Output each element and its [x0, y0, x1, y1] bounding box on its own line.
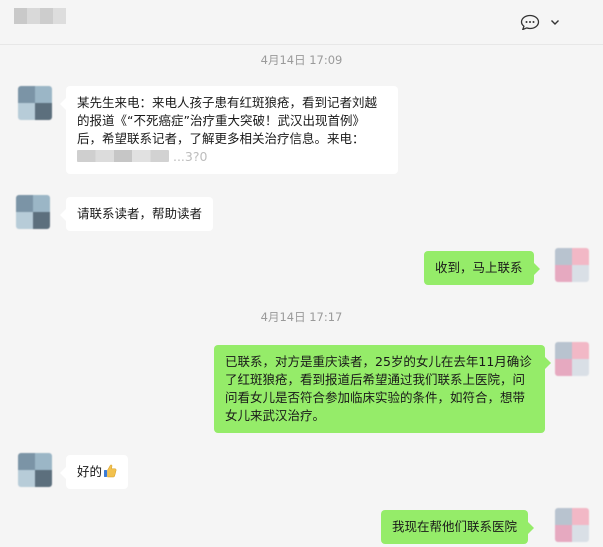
redacted-phone-number — [77, 150, 169, 162]
contact-name-redacted — [14, 8, 66, 24]
message-bubble[interactable]: 我现在帮他们联系医院 — [381, 510, 535, 544]
chat-header — [0, 0, 603, 45]
message-bubble[interactable]: 收到，马上联系 — [424, 251, 540, 285]
message-text: 收到，马上联系 — [435, 260, 523, 275]
avatar[interactable] — [555, 248, 589, 282]
message-text: 请联系读者，帮助读者 — [77, 206, 203, 221]
message-text: 某先生来电：来电人孩子患有红斑狼疮，看到记者刘越的报道《“不死癌症”治疗重大突破… — [77, 95, 378, 146]
message-text-tail: ...3?0 — [172, 149, 208, 164]
avatar[interactable] — [18, 86, 52, 120]
message-text: 我现在帮他们联系医院 — [392, 519, 518, 534]
timestamp: 4月14日 17:09 — [260, 53, 343, 67]
message-bubble[interactable]: 好的 — [59, 455, 129, 489]
avatar[interactable] — [555, 508, 589, 542]
message-bubble[interactable]: 已联系，对方是重庆读者，25岁的女儿在去年11月确诊了红斑狼疮，看到报道后希望通… — [214, 345, 551, 433]
message-text: 好的 — [77, 464, 103, 479]
chevron-down-icon[interactable] — [550, 14, 560, 30]
avatar[interactable] — [555, 342, 589, 376]
avatar[interactable] — [16, 195, 50, 229]
message-bubble[interactable]: 某先生来电：来电人孩子患有红斑狼疮，看到记者刘越的报道《“不死癌症”治疗重大突破… — [60, 86, 398, 174]
message-text: 已联系，对方是重庆读者，25岁的女儿在去年11月确诊了红斑狼疮，看到报道后希望通… — [225, 354, 532, 423]
thumbs-up-emoji-icon — [103, 464, 117, 478]
timestamp: 4月14日 17:17 — [260, 310, 343, 324]
avatar[interactable] — [18, 453, 52, 487]
message-bubble[interactable]: 请联系读者，帮助读者 — [59, 197, 214, 231]
chat-bubble-icon[interactable] — [520, 14, 540, 31]
